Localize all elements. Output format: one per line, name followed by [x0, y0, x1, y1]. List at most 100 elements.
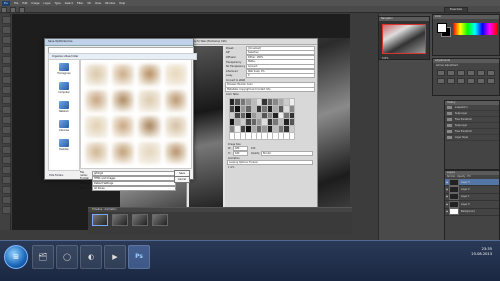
format-label: Format: [80, 177, 90, 180]
hue-icon[interactable] [487, 70, 495, 76]
menu-edit[interactable]: Edit [22, 2, 27, 5]
file-list[interactable] [80, 59, 192, 169]
eyedropper-tool-icon[interactable] [2, 66, 11, 74]
gradient-tool-icon[interactable] [2, 126, 11, 134]
file-thumbnail[interactable] [138, 142, 161, 164]
nav-item[interactable]: Desktop [49, 139, 79, 155]
file-thumbnail[interactable] [111, 142, 134, 164]
frame-thumbnail[interactable] [152, 214, 168, 226]
file-thumbnail[interactable] [138, 64, 161, 86]
pen-tool-icon[interactable] [2, 156, 11, 164]
menu-help[interactable]: Help [119, 2, 125, 5]
hide-folders-toggle[interactable]: Hide Folders [49, 174, 63, 177]
path-select-tool-icon[interactable] [2, 176, 11, 184]
file-thumbnail[interactable] [138, 90, 161, 112]
chrome-taskbar-icon[interactable]: ◯ [56, 245, 78, 269]
metadata-select[interactable]: Metadata: Copyright and Contact Info [225, 87, 315, 93]
foreground-color-swatch[interactable] [437, 23, 447, 33]
menu-select[interactable]: Select [65, 2, 73, 5]
file-thumbnail[interactable] [111, 116, 134, 138]
menu-3d[interactable]: 3D [87, 2, 91, 5]
file-thumbnail[interactable] [111, 64, 134, 86]
nav-item[interactable]: Network [49, 101, 79, 117]
shape-tool-icon[interactable] [2, 186, 11, 194]
nav-item[interactable]: Computer [49, 82, 79, 98]
type-tool-icon[interactable] [2, 166, 11, 174]
menu-filter[interactable]: Filter [77, 2, 83, 5]
curves-icon[interactable] [457, 70, 465, 76]
move-tool-icon[interactable] [2, 16, 11, 24]
percent-field[interactable]: 100 [250, 147, 261, 150]
color-table-grid[interactable] [229, 98, 295, 140]
file-thumbnail[interactable] [138, 116, 161, 138]
dodge-tool-icon[interactable] [2, 146, 11, 154]
firefox-taskbar-icon[interactable]: ◐ [80, 245, 102, 269]
layer-row[interactable]: ◉ Background [445, 208, 499, 216]
optimized-preview[interactable] [189, 46, 223, 210]
file-thumbnail[interactable] [85, 90, 108, 112]
blur-tool-icon[interactable] [2, 136, 11, 144]
history-item[interactable]: Layer Style [445, 135, 499, 141]
save-for-web-dialog: Save for Web (Photoshop CS6) Preset: [Unn… [186, 38, 318, 218]
hand-tool-icon[interactable] [2, 196, 11, 204]
option-icon[interactable] [18, 7, 25, 13]
marquee-tool-icon[interactable] [2, 26, 11, 34]
channel-mixer-icon[interactable] [467, 78, 475, 84]
vibrance-icon[interactable] [477, 70, 485, 76]
history-brush-tool-icon[interactable] [2, 106, 11, 114]
menu-type[interactable]: Type [55, 2, 61, 5]
system-clock[interactable]: 23:35 25.08.2013 [471, 247, 492, 257]
frame-thumbnail[interactable] [112, 214, 128, 226]
lasso-tool-icon[interactable] [2, 36, 11, 44]
nav-item[interactable]: Homegroup [49, 63, 79, 79]
invert-icon[interactable] [487, 78, 495, 84]
frame-thumbnail[interactable] [132, 214, 148, 226]
menu-view[interactable]: View [95, 2, 101, 5]
zoom-level[interactable]: 100% [379, 57, 429, 60]
zoom-tool-icon[interactable] [2, 206, 11, 214]
stamp-tool-icon[interactable] [2, 96, 11, 104]
brightness-icon[interactable] [437, 70, 445, 76]
setting-field[interactable]: 0 [246, 73, 315, 79]
tool-preset-icon[interactable] [1, 7, 7, 13]
workspace-switcher[interactable]: Essentials [444, 7, 468, 13]
file-thumbnail[interactable] [111, 90, 134, 112]
menu-file[interactable]: File [14, 2, 18, 5]
file-thumbnail[interactable] [164, 90, 187, 112]
bw-icon[interactable] [447, 78, 455, 84]
lookup-icon[interactable] [477, 78, 485, 84]
option-icon[interactable] [9, 7, 16, 13]
brush-tool-icon[interactable] [2, 86, 11, 94]
slices-select[interactable]: All Slices [92, 185, 176, 192]
photo-filter-icon[interactable] [457, 78, 465, 84]
height-field[interactable]: 640 [233, 150, 248, 157]
quick-select-tool-icon[interactable] [2, 46, 11, 54]
healing-tool-icon[interactable] [2, 76, 11, 84]
menu-image[interactable]: Image [31, 2, 39, 5]
file-thumbnail[interactable] [164, 116, 187, 138]
levels-icon[interactable] [447, 70, 455, 76]
explorer-taskbar-icon[interactable]: 🗂 [32, 245, 54, 269]
file-thumbnail[interactable] [85, 142, 108, 164]
nav-item[interactable]: Libraries [49, 120, 79, 136]
media-player-taskbar-icon[interactable]: ▶ [104, 245, 126, 269]
looping-select[interactable]: Looping Options: Forever [227, 160, 313, 166]
quality-select[interactable]: Bicubic [261, 150, 313, 157]
color-spectrum[interactable] [453, 23, 497, 35]
menu-layer[interactable]: Layer [44, 2, 51, 5]
file-thumbnail[interactable] [164, 64, 187, 86]
cancel-button[interactable]: Cancel [174, 176, 190, 183]
balance-icon[interactable] [437, 78, 445, 84]
file-thumbnail[interactable] [164, 142, 187, 164]
eraser-tool-icon[interactable] [2, 116, 11, 124]
setting-label: Interlaced [226, 69, 238, 73]
start-button[interactable]: ⊞ [4, 245, 28, 269]
exposure-icon[interactable] [467, 70, 475, 76]
crop-tool-icon[interactable] [2, 56, 11, 64]
menu-window[interactable]: Window [105, 2, 115, 5]
frame-thumbnail[interactable] [92, 214, 108, 226]
file-thumbnail[interactable] [85, 116, 108, 138]
file-thumbnail[interactable] [85, 64, 108, 86]
photoshop-taskbar-icon[interactable]: Ps [128, 245, 150, 269]
navigator-thumbnail[interactable] [382, 24, 426, 54]
